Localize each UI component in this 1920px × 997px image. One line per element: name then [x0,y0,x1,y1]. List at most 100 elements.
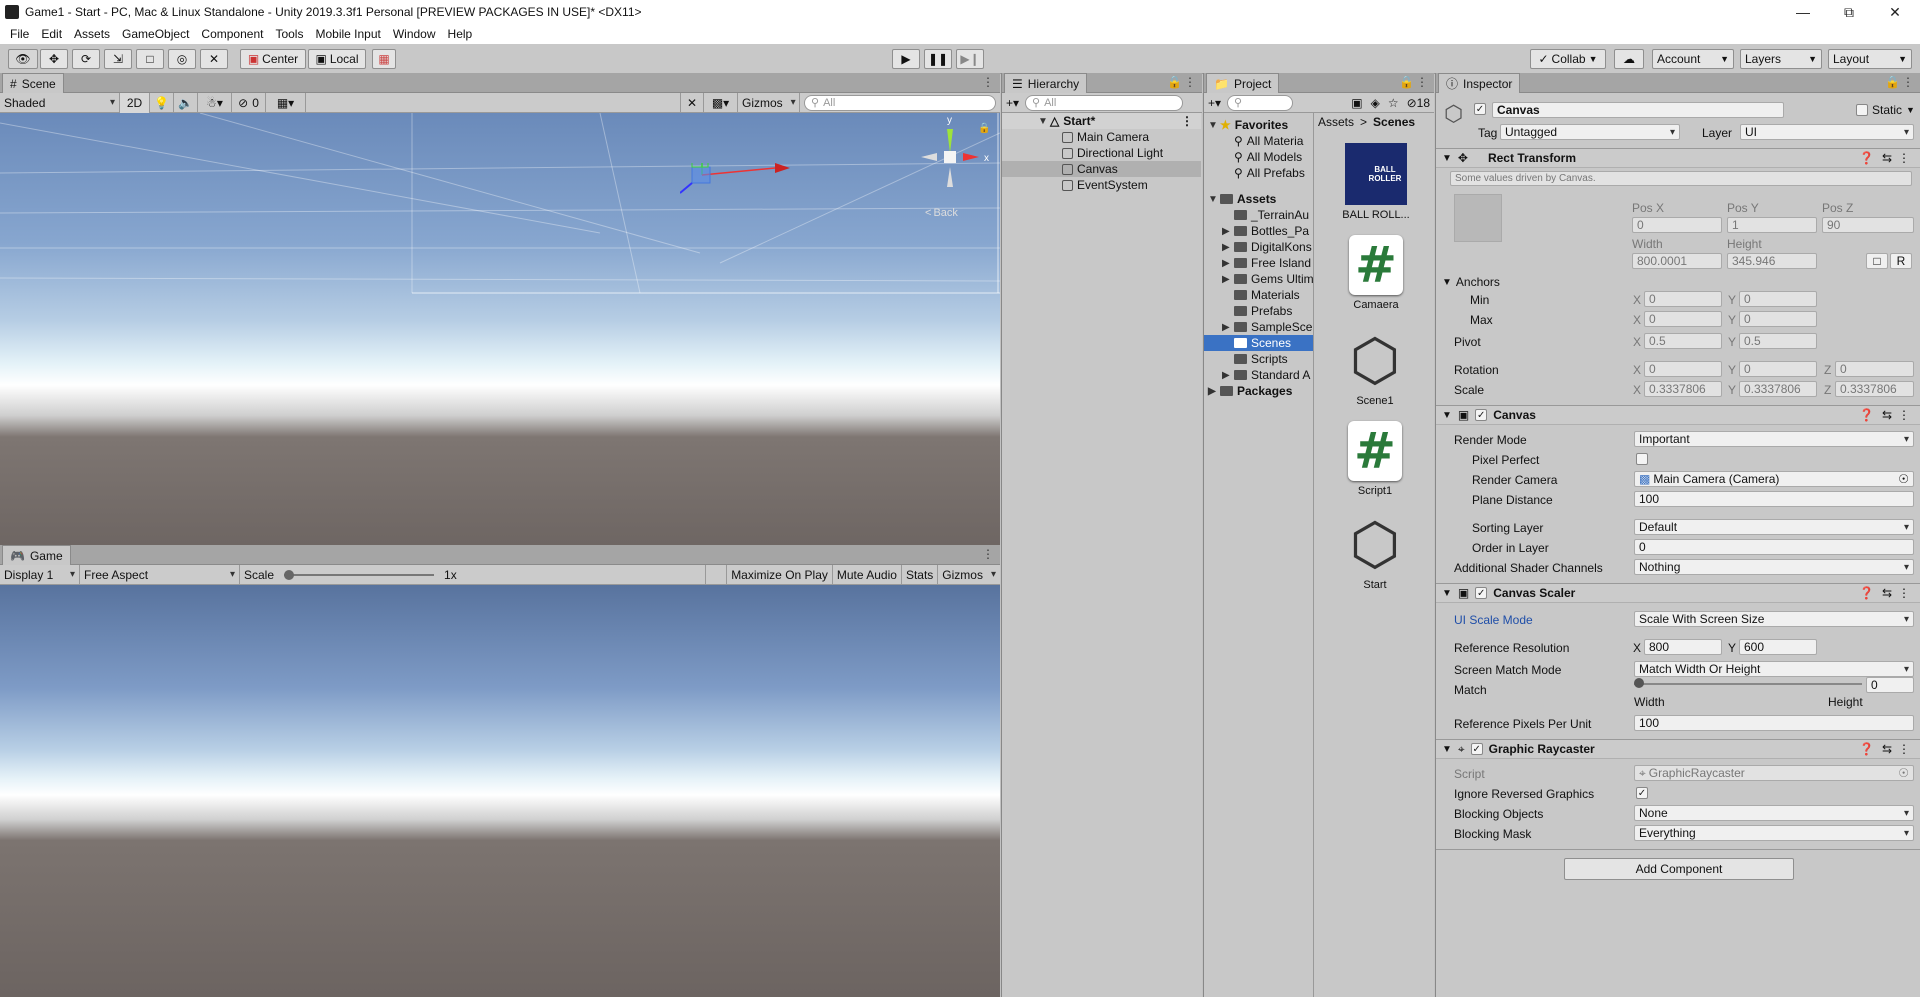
stats-toggle[interactable]: Stats [902,564,939,585]
menu-tools[interactable]: Tools [269,27,309,41]
hierarchy-lock-icon[interactable]: 🔒 [1167,75,1182,89]
cloud-icon[interactable]: ☁ [1614,49,1644,69]
scale-control[interactable]: Scale 1x [240,564,706,585]
anchors-foldout[interactable]: ▼ Anchors [1442,275,1500,289]
raycaster-enabled-checkbox[interactable]: ✓ [1470,743,1483,755]
tools-icon[interactable]: ✕ [680,92,704,113]
orientation-gizmo[interactable]: x y [915,115,995,198]
tag-dropdown[interactable]: Untagged [1500,124,1680,140]
pivot-x-field[interactable]: 0.5 [1644,333,1722,349]
component-menu-icon[interactable]: ⋮ [1898,408,1910,422]
object-picker-icon[interactable]: ☉ [1898,472,1909,486]
camera-icon[interactable]: ▩▾ [704,92,738,113]
collab-button[interactable]: ✓ Collab ▼ [1530,49,1606,69]
layout-dropdown[interactable]: Layout ▼ [1828,49,1912,69]
ui-scale-mode-dropdown[interactable]: Scale With Screen Size [1634,611,1914,627]
custom-tool-icon[interactable]: ✕ [200,49,228,69]
hierarchy-item-eventsystem[interactable]: EventSystem [1062,177,1148,193]
menu-assets[interactable]: Assets [68,27,116,41]
reference-resolution-y-field[interactable]: 600 [1739,639,1817,655]
rect-transform-header[interactable]: ▼ ✥ Rect Transform ❓ ⇆ ⋮ [1436,148,1920,168]
pivot-center-button[interactable]: ▣ Center [240,49,306,69]
scene-menu-icon[interactable]: ⋮ [982,75,994,89]
folder-row[interactable]: ▶ Standard A [1222,367,1310,383]
minimize-icon[interactable]: — [1780,0,1826,24]
menu-component[interactable]: Component [195,27,269,41]
canvas-enabled-checkbox[interactable]: ✓ [1475,409,1488,421]
project-menu-icon[interactable]: ⋮ [1416,75,1428,89]
object-name-field[interactable]: Canvas [1492,102,1784,118]
move-tool-icon[interactable]: ✥ [40,49,68,69]
menu-file[interactable]: File [4,27,35,41]
component-menu-icon[interactable]: ⋮ [1898,586,1910,600]
hierarchy-create-button[interactable]: +▾ [1002,93,1023,113]
tab-hierarchy[interactable]: ☰ Hierarchy [1004,73,1088,93]
match-slider[interactable] [1634,677,1862,691]
scene-root-row[interactable]: ▼ △ Start* ⋮ [1002,113,1201,129]
lighting-icon[interactable]: 💡 [150,92,174,113]
hierarchy-menu-icon[interactable]: ⋮ [1184,75,1196,89]
folder-row[interactable]: ▶ Free Island [1222,255,1311,271]
folder-row[interactable]: _TerrainAu [1222,207,1309,223]
pause-button[interactable]: ❚❚ [924,49,952,69]
anchor-presets-button[interactable] [1454,194,1502,242]
blueprint-mode-icon[interactable]: □ [1866,253,1888,269]
active-checkbox[interactable]: ✓ [1474,103,1486,115]
close-icon[interactable]: ✕ [1872,0,1918,24]
scene-row-menu-icon[interactable]: ⋮ [1181,114,1193,128]
back-view-label[interactable]: < Back [925,207,958,219]
rotate-tool-icon[interactable]: ⟳ [72,49,100,69]
folder-row[interactable]: Scripts [1222,351,1288,367]
canvas-component-header[interactable]: ▼ ▣ ✓ Canvas ❓ ⇆ ⋮ [1436,405,1920,425]
anchor-min-x-field[interactable]: 0 [1644,291,1722,307]
scene-search[interactable]: ⚲ All [800,94,1000,111]
scale-z-field[interactable]: 0.3337806 [1835,381,1914,397]
mute-audio-toggle[interactable]: Mute Audio [833,564,902,585]
maximize-on-play-toggle[interactable]: Maximize On Play [726,564,833,585]
favorite-star-icon[interactable]: ☆ [1388,96,1399,110]
account-dropdown[interactable]: Account ▼ [1652,49,1734,69]
sorting-layer-dropdown[interactable]: Default [1634,519,1914,535]
scene-search-input[interactable]: ⚲ All [804,94,996,111]
snap-icon[interactable]: ▦ [372,49,396,69]
folder-row[interactable]: ▶ DigitalKons [1222,239,1312,255]
breadcrumb-assets[interactable]: Assets [1318,115,1354,129]
pivot-local-button[interactable]: ▣ Local [308,49,366,69]
tab-project[interactable]: 📁 Project [1206,73,1280,93]
render-mode-dropdown[interactable]: Important [1634,431,1914,447]
scale-x-field[interactable]: 0.3337806 [1644,381,1722,397]
rotation-y-field[interactable]: 0 [1739,361,1817,377]
tab-inspector[interactable]: ⓘ Inspector [1438,73,1521,93]
folder-row-selected[interactable]: Scenes [1204,335,1313,351]
folder-row[interactable]: ▶ Gems Ultim [1222,271,1313,287]
reference-resolution-x-field[interactable]: 800 [1644,639,1722,655]
menu-gameobject[interactable]: GameObject [116,27,195,41]
scale-slider[interactable] [284,569,435,581]
layer-dropdown[interactable]: UI [1740,124,1914,140]
asset-scene1[interactable]: ⬡ Scene1 [1330,328,1420,407]
preset-icon[interactable]: ⇆ [1882,408,1892,422]
ignore-reversed-checkbox[interactable]: ✓ [1636,787,1648,799]
blocking-objects-dropdown[interactable]: None [1634,805,1914,821]
rect-tool-icon[interactable]: □ [136,49,164,69]
add-component-button[interactable]: Add Component [1564,858,1794,880]
pixel-perfect-checkbox[interactable] [1636,453,1648,465]
favorite-item[interactable]: ⚲ All Models [1234,149,1302,165]
canvas-scaler-enabled-checkbox[interactable]: ✓ [1475,587,1488,599]
tab-scene[interactable]: # Scene [2,73,64,93]
favorites-row[interactable]: ▼ ★ Favorites [1208,117,1288,133]
inspector-lock-icon[interactable]: 🔒 [1885,75,1900,89]
move-gizmo[interactable] [679,123,790,223]
project-lock-icon[interactable]: 🔒 [1399,75,1414,89]
hierarchy-item-main-camera[interactable]: Main Camera [1062,129,1149,145]
match-value-field[interactable]: 0 [1866,677,1914,693]
render-camera-field[interactable]: ▩ Main Camera (Camera) ☉ [1634,471,1914,487]
folder-row[interactable]: ▶ Bottles_Pa [1222,223,1309,239]
pos-x-field[interactable]: 0 [1632,217,1722,233]
canvas-scaler-header[interactable]: ▼ ▣ ✓ Canvas Scaler ❓ ⇆ ⋮ [1436,583,1920,603]
match-slider-thumb[interactable] [1634,678,1644,688]
transform-tool-icon[interactable]: ◎ [168,49,196,69]
step-button[interactable]: ▶❙ [956,49,984,69]
aspect-dropdown[interactable]: Free Aspect [80,564,240,585]
rotation-x-field[interactable]: 0 [1644,361,1722,377]
